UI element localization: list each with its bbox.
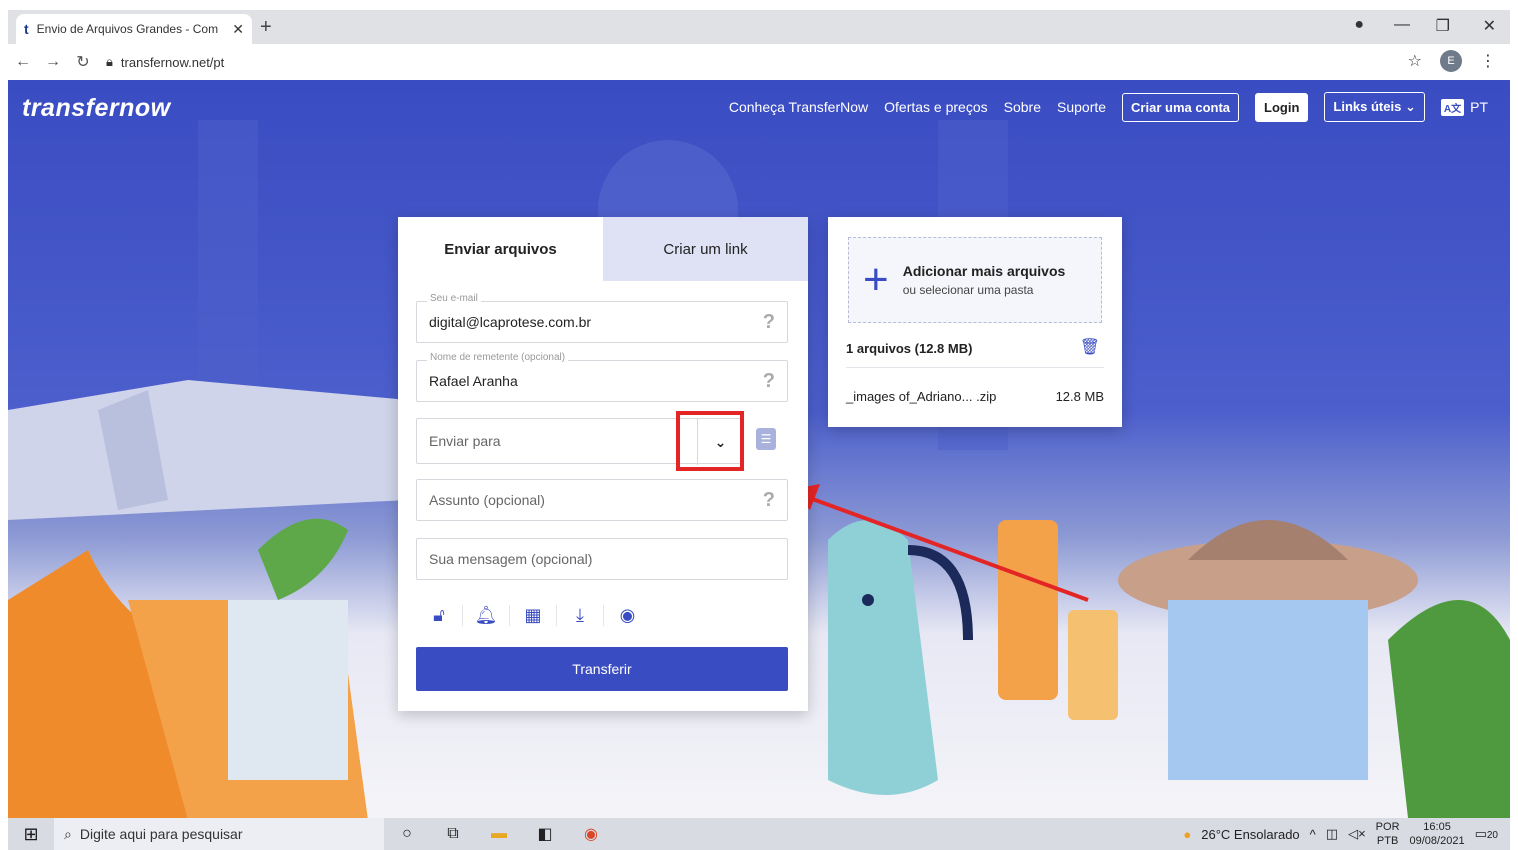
search-icon: ⌕ bbox=[64, 825, 72, 842]
language-selector[interactable]: A文 PT bbox=[1440, 98, 1488, 116]
download-icon[interactable]: ⤓ bbox=[557, 604, 604, 626]
useful-links-label: Links úteis bbox=[1333, 99, 1402, 114]
plus-icon: + bbox=[863, 255, 889, 304]
nav-link-support[interactable]: Suporte bbox=[1057, 99, 1106, 115]
add-files-subtitle: ou selecionar uma pasta bbox=[902, 283, 1034, 297]
sender-name-field[interactable]: Nome de remetente (opcional) Rafael Aran… bbox=[416, 352, 788, 402]
browser-window: t Envio de Arquivos Grandes - Com ✕ + ● … bbox=[8, 10, 1510, 850]
file-count: 1 arquivos (12.8 MB) bbox=[846, 341, 973, 356]
add-files-dropzone[interactable]: + Adicionar mais arquivos ou selecionar … bbox=[848, 237, 1102, 323]
bookmark-star-icon[interactable]: ☆ bbox=[1408, 51, 1422, 71]
back-icon[interactable]: ← bbox=[8, 53, 38, 71]
app-icon[interactable]: ◧ bbox=[522, 824, 568, 844]
reload-icon[interactable]: ↻ bbox=[68, 52, 98, 72]
translate-icon: A文 bbox=[1440, 98, 1465, 116]
lang-top: POR bbox=[1375, 821, 1400, 833]
trash-icon[interactable]: 🗑︎ bbox=[1080, 337, 1100, 357]
page-content: transfernow Conheça TransferNow Ofertas … bbox=[8, 80, 1510, 818]
nav-link-discover[interactable]: Conheça TransferNow bbox=[729, 99, 868, 115]
clock-date: 09/08/2021 bbox=[1409, 835, 1465, 847]
system-tray: ● 26°C Ensolarado ^ ◫ ◁× POR PTB 16:05 0… bbox=[1183, 818, 1498, 850]
close-tab-icon[interactable]: ✕ bbox=[232, 21, 244, 38]
eye-icon[interactable]: ◉ bbox=[604, 605, 651, 626]
maximize-icon[interactable]: ❐ bbox=[1436, 16, 1450, 36]
forward-icon[interactable]: → bbox=[38, 53, 68, 71]
tray-chevron-up-icon[interactable]: ^ bbox=[1310, 827, 1316, 842]
sender-name-label: Nome de remetente (opcional) bbox=[427, 352, 569, 363]
help-icon[interactable]: ? bbox=[763, 311, 775, 334]
windows-taskbar: ⊞ ⌕ Digite aqui para pesquisar ○ ⧉ ▬ ◧ ◉… bbox=[8, 818, 1510, 850]
cortana-icon[interactable]: ○ bbox=[384, 825, 430, 843]
form-tabs: Enviar arquivos Criar um link bbox=[398, 217, 808, 281]
language-code: PT bbox=[1470, 99, 1488, 115]
files-card: + Adicionar mais arquivos ou selecionar … bbox=[828, 217, 1122, 427]
tab-create-link[interactable]: Criar um link bbox=[603, 217, 808, 281]
transfernow-logo[interactable]: transfernow bbox=[22, 94, 171, 123]
tab-send-files[interactable]: Enviar arquivos bbox=[398, 217, 603, 281]
transfer-button[interactable]: Transferir bbox=[416, 647, 788, 691]
browser-toolbar: ← → ↻ 🔒︎ transfernow.net/pt ☆ E ⋮ bbox=[8, 44, 1510, 80]
minimize-icon[interactable]: — bbox=[1394, 16, 1410, 34]
account-circle-icon[interactable]: ● bbox=[1354, 16, 1364, 34]
url-text: transfernow.net/pt bbox=[120, 54, 225, 70]
taskbar-search-placeholder: Digite aqui para pesquisar bbox=[79, 826, 243, 842]
email-label: Seu e-mail bbox=[427, 293, 481, 304]
help-icon[interactable]: ? bbox=[763, 370, 775, 393]
main-nav: Conheça TransferNow Ofertas e preços Sob… bbox=[729, 92, 1488, 122]
clock[interactable]: 16:05 09/08/2021 bbox=[1410, 820, 1465, 848]
task-view-icon[interactable]: ⧉ bbox=[430, 825, 476, 843]
sender-name-value: Rafael Aranha bbox=[429, 373, 518, 389]
weather-text[interactable]: 26°C Ensolarado bbox=[1201, 827, 1299, 842]
new-tab-icon[interactable]: + bbox=[260, 16, 272, 39]
menu-icon[interactable]: ⋮ bbox=[1480, 51, 1496, 71]
lock-icon[interactable]: 🔓︎ bbox=[416, 604, 463, 626]
login-button[interactable]: Login bbox=[1255, 92, 1309, 122]
subject-input[interactable]: Assunto (opcional) ? bbox=[416, 479, 788, 521]
lock-icon: 🔒︎ bbox=[106, 54, 113, 69]
tab-title: Envio de Arquivos Grandes - Com bbox=[36, 22, 219, 36]
close-window-icon[interactable]: ✕ bbox=[1483, 16, 1496, 36]
transfer-form-card: Enviar arquivos Criar um link Seu e-mail… bbox=[398, 217, 808, 711]
chrome-icon[interactable]: ◉ bbox=[568, 824, 614, 844]
file-name: _images of_Adriano... .zip bbox=[846, 389, 997, 404]
profile-avatar[interactable]: E bbox=[1440, 50, 1462, 72]
help-icon[interactable]: ? bbox=[763, 489, 775, 512]
subject-placeholder: Assunto (opcional) bbox=[429, 492, 545, 508]
nav-link-about[interactable]: Sobre bbox=[1004, 99, 1041, 115]
chevron-down-icon: ⌄ bbox=[1404, 99, 1416, 114]
file-size: 12.8 MB bbox=[1055, 389, 1104, 404]
taskbar-search[interactable]: ⌕ Digite aqui para pesquisar bbox=[54, 818, 384, 850]
nav-link-pricing[interactable]: Ofertas e preços bbox=[884, 99, 988, 115]
weather-icon: ● bbox=[1183, 826, 1192, 842]
email-field[interactable]: Seu e-mail digital@lcaprotese.com.br ? bbox=[416, 293, 788, 343]
divider bbox=[846, 367, 1104, 368]
transfer-options: 🔓︎ 🔔︎ ▦ ⤓ ◉ bbox=[416, 595, 788, 635]
message-input[interactable]: Sua mensagem (opcional) bbox=[416, 538, 788, 580]
contacts-icon[interactable]: ☰ bbox=[756, 428, 776, 450]
language-indicator[interactable]: POR PTB bbox=[1376, 820, 1400, 848]
email-value: digital@lcaprotese.com.br bbox=[429, 314, 592, 330]
windows-start-icon[interactable]: ⊞ bbox=[8, 824, 54, 845]
useful-links-dropdown[interactable]: Links úteis ⌄ bbox=[1324, 92, 1425, 122]
address-bar[interactable]: 🔒︎ transfernow.net/pt bbox=[106, 54, 224, 70]
notification-bell-icon[interactable]: 🔔︎ bbox=[463, 604, 510, 626]
network-icon[interactable]: ◫ bbox=[1326, 826, 1338, 842]
tab-strip: t Envio de Arquivos Grandes - Com ✕ + ● … bbox=[8, 10, 1510, 44]
favicon-icon: t bbox=[24, 21, 29, 37]
browser-tab[interactable]: t Envio de Arquivos Grandes - Com ✕ bbox=[16, 14, 252, 44]
calendar-icon[interactable]: ▦ bbox=[510, 604, 557, 626]
file-explorer-icon[interactable]: ▬ bbox=[476, 825, 522, 843]
send-to-placeholder: Enviar para bbox=[429, 433, 501, 449]
message-placeholder: Sua mensagem (opcional) bbox=[429, 551, 593, 567]
add-files-title: Adicionar mais arquivos bbox=[902, 263, 1066, 279]
lang-bottom: PTB bbox=[1376, 835, 1399, 847]
clock-time: 16:05 bbox=[1423, 821, 1451, 833]
notifications-icon[interactable]: ▭20 bbox=[1475, 826, 1498, 842]
create-account-button[interactable]: Criar uma conta bbox=[1122, 92, 1240, 122]
notification-count: 20 bbox=[1486, 830, 1498, 841]
highlight-box bbox=[676, 411, 744, 471]
volume-icon[interactable]: ◁× bbox=[1348, 826, 1366, 842]
file-row: _images of_Adriano... .zip 12.8 MB bbox=[846, 389, 1104, 404]
